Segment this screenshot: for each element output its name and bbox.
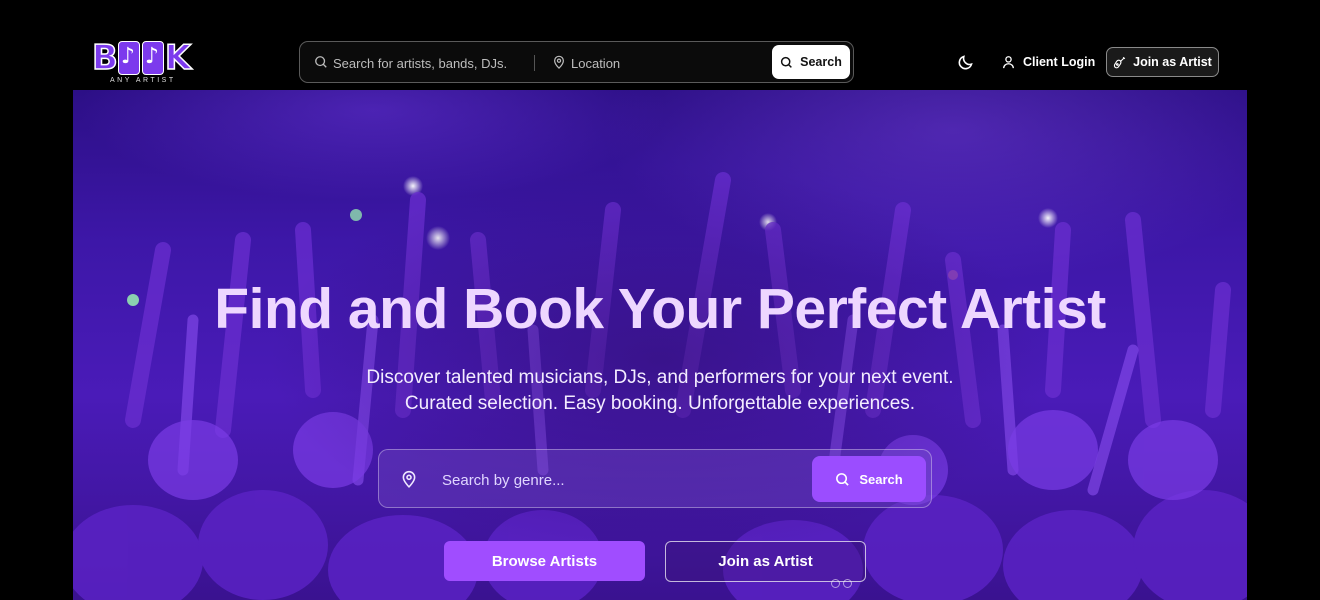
logo-letter-b: B	[91, 38, 118, 78]
header-search-button-label: Search	[800, 55, 842, 69]
logo-wordmark: B K	[91, 38, 192, 78]
user-icon	[1003, 56, 1014, 69]
join-as-artist-button[interactable]: Join as Artist	[1106, 47, 1219, 77]
logo-tagline: ANY ARTIST	[110, 77, 176, 84]
hero-overlay	[73, 90, 1247, 600]
hero-subtitle-line-1: Discover talented musicians, DJs, and pe…	[366, 367, 954, 388]
search-icon	[781, 56, 793, 68]
client-login-link[interactable]: Client Login	[1002, 52, 1095, 72]
artist-search-input[interactable]	[333, 52, 523, 74]
browse-artists-button[interactable]: Browse Artists	[444, 541, 645, 581]
site-header: B K ANY ARTIST Search Client Login Join …	[0, 0, 1320, 90]
genre-search-input[interactable]	[442, 468, 792, 492]
music-note-icon	[117, 41, 140, 75]
logo[interactable]: B K ANY ARTIST	[91, 38, 202, 84]
map-pin-icon	[554, 55, 564, 69]
logo-letter-k: K	[164, 38, 192, 78]
search-icon	[836, 472, 850, 486]
header-search-bar: Search	[299, 41, 854, 83]
hero-banner: Find and Book Your Perfect Artist Discov…	[73, 90, 1247, 600]
music-note-icon	[141, 41, 164, 75]
hero-title: Find and Book Your Perfect Artist	[214, 277, 1106, 341]
genre-search-bar: Search	[378, 449, 932, 508]
scroll-indicator	[831, 579, 852, 588]
guitar-icon	[1113, 56, 1126, 68]
genre-search-button-label: Search	[859, 471, 903, 487]
moon-icon[interactable]	[957, 53, 975, 71]
search-icon	[315, 56, 327, 68]
hero-subtitle-line-2: Curated selection. Easy booking. Unforge…	[404, 393, 916, 414]
search-divider	[534, 55, 535, 71]
map-pin-icon	[402, 470, 416, 488]
header-search-button[interactable]: Search	[772, 45, 850, 79]
location-input[interactable]	[571, 52, 751, 74]
hero-join-as-artist-button[interactable]: Join as Artist	[665, 541, 866, 582]
genre-search-button[interactable]: Search	[812, 456, 926, 502]
join-as-artist-label: Join as Artist	[1133, 55, 1212, 69]
client-login-label: Client Login	[1023, 55, 1096, 69]
